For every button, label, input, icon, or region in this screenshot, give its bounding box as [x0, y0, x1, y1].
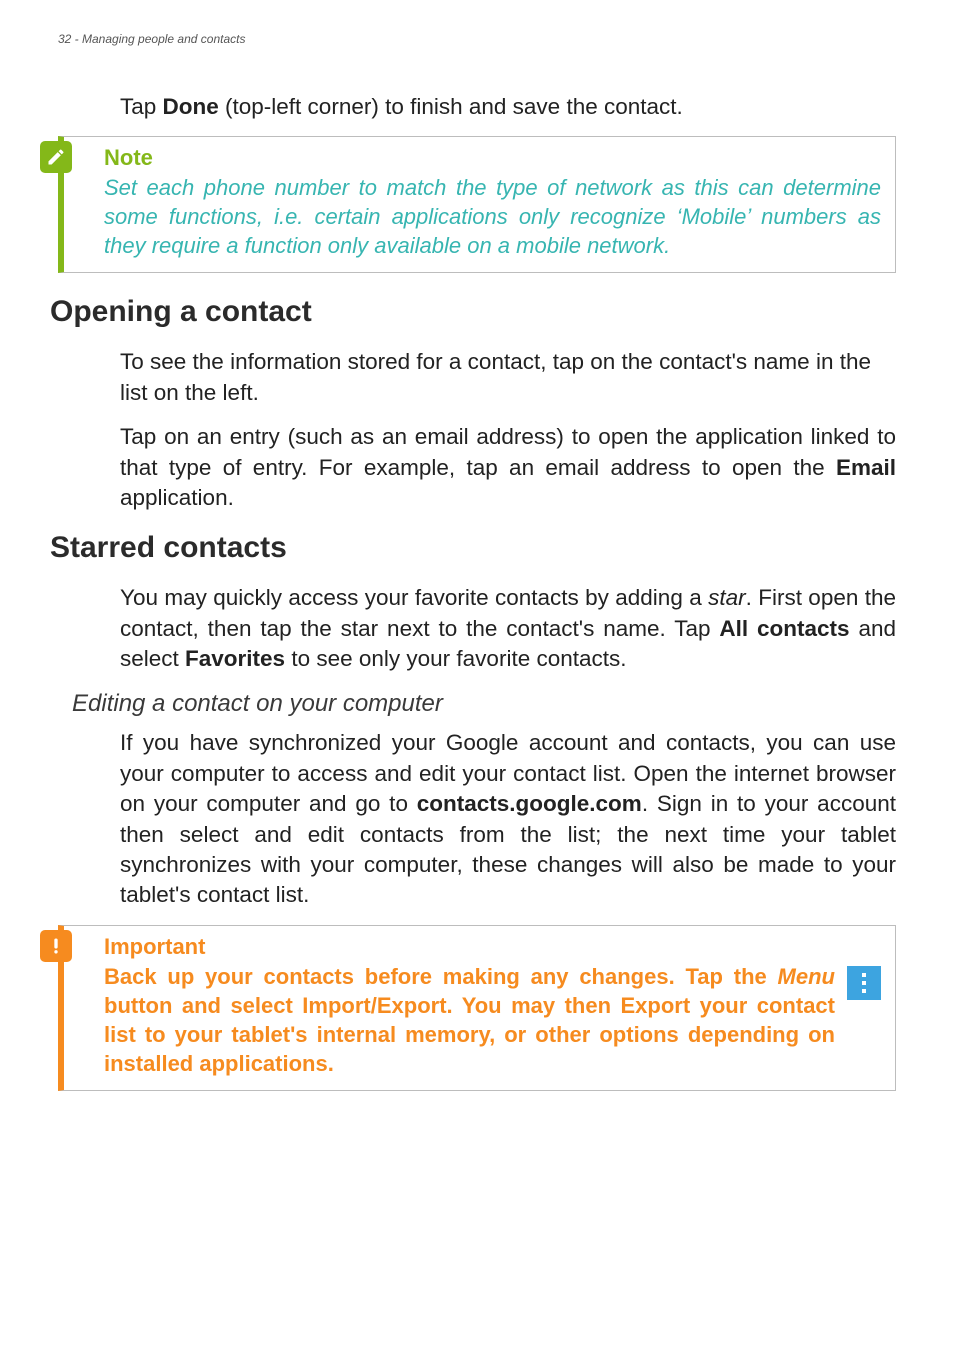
text: Tap on an entry (such as an email addres…: [120, 424, 896, 479]
heading-editing-contact-computer: Editing a contact on your computer: [72, 690, 896, 718]
text: (top-left corner) to finish and save the…: [219, 94, 683, 119]
contacts-url: contacts.google.com: [417, 791, 642, 816]
intro-paragraph: Tap Done (top-left corner) to finish and…: [120, 92, 896, 122]
star-p1: You may quickly access your favorite con…: [120, 583, 896, 674]
open-p2: Tap on an entry (such as an email addres…: [120, 422, 896, 513]
exclamation-icon: [40, 930, 72, 962]
exclamation-icon-svg: [46, 936, 66, 956]
done-label: Done: [163, 94, 219, 119]
star-word: star: [708, 585, 746, 610]
note-body: Set each phone number to match the type …: [104, 173, 881, 260]
important-title: Important: [104, 934, 881, 960]
important-callout: Important Back up your contacts before m…: [58, 925, 896, 1091]
text: Tap: [120, 94, 163, 119]
note-title: Note: [104, 145, 881, 171]
pencil-icon: [40, 141, 72, 173]
heading-starred-contacts: Starred contacts: [50, 531, 896, 565]
text: You may quickly access your favorite con…: [120, 585, 708, 610]
all-contacts-label: All contacts: [719, 616, 849, 641]
important-body: Back up your contacts before making any …: [104, 962, 835, 1078]
menu-dots-icon: [847, 966, 881, 1000]
text: application.: [120, 485, 234, 510]
text: button and select Import/Export. You may…: [104, 993, 835, 1076]
note-callout: Note Set each phone number to match the …: [58, 136, 896, 273]
email-label: Email: [836, 455, 896, 480]
text: to see only your favorite contacts.: [285, 646, 626, 671]
page-header: 32 - Managing people and contacts: [58, 32, 896, 46]
heading-opening-a-contact: Opening a contact: [50, 295, 896, 329]
open-p1: To see the information stored for a cont…: [120, 347, 896, 408]
pencil-icon-svg: [46, 147, 66, 167]
favorites-label: Favorites: [185, 646, 285, 671]
edit-p1: If you have synchronized your Google acc…: [120, 728, 896, 910]
text: Back up your contacts before making any …: [104, 964, 778, 989]
menu-word: Menu: [778, 964, 835, 989]
